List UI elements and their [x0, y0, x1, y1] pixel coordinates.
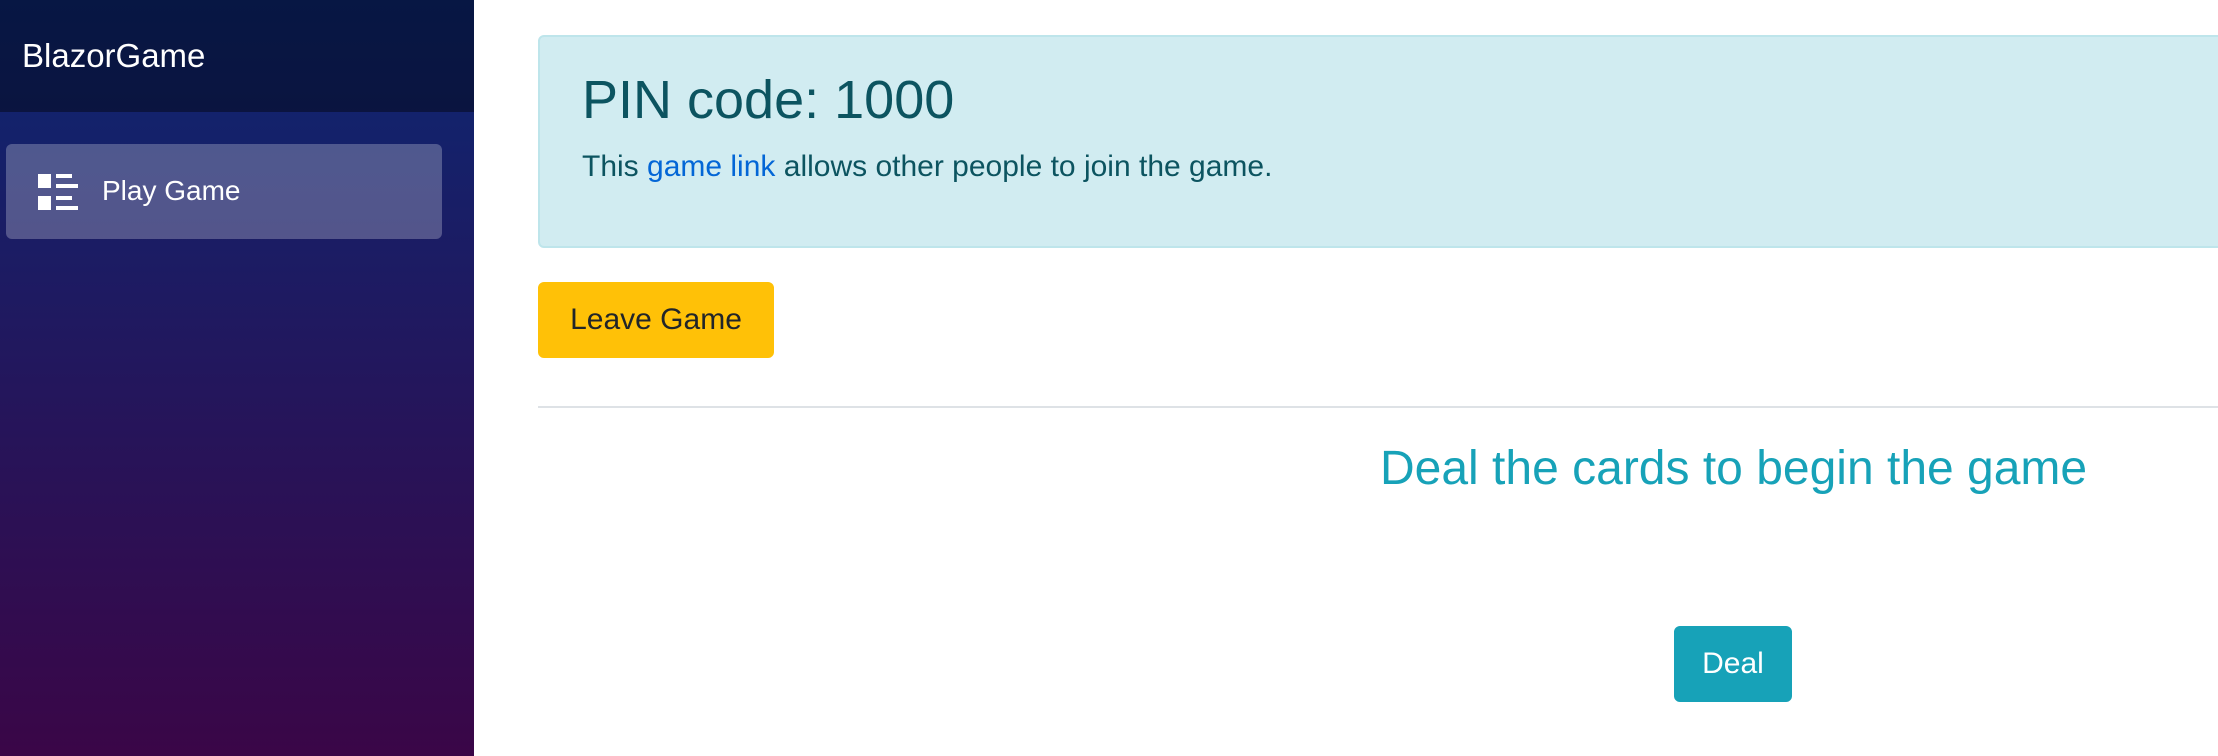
deal-button[interactable]: Deal	[1674, 626, 1792, 702]
list-rich-icon	[38, 174, 78, 210]
leave-game-button[interactable]: Leave Game	[538, 282, 774, 358]
divider	[538, 406, 2218, 408]
alert-text-before: This	[582, 150, 648, 183]
deal-prompt: Deal the cards to begin the game	[1380, 442, 2088, 495]
game-link[interactable]: game link	[647, 150, 775, 183]
sidebar: BlazorGame Play Game	[0, 0, 474, 756]
pin-code-heading: PIN code: 1000	[582, 70, 955, 130]
app: BlazorGame Play Game PIN code: 1000 This…	[0, 0, 2218, 756]
sidebar-item-play-game[interactable]: Play Game	[6, 144, 442, 239]
brand-link[interactable]: BlazorGame	[22, 36, 205, 76]
pin-alert: PIN code: 1000 This game link allows oth…	[538, 35, 2218, 248]
alert-text-after: allows other people to join the game.	[775, 150, 1273, 183]
alert-message: This game link allows other people to jo…	[582, 149, 1272, 185]
brand-bar: BlazorGame	[0, 0, 474, 112]
sidebar-item-label: Play Game	[102, 175, 241, 206]
